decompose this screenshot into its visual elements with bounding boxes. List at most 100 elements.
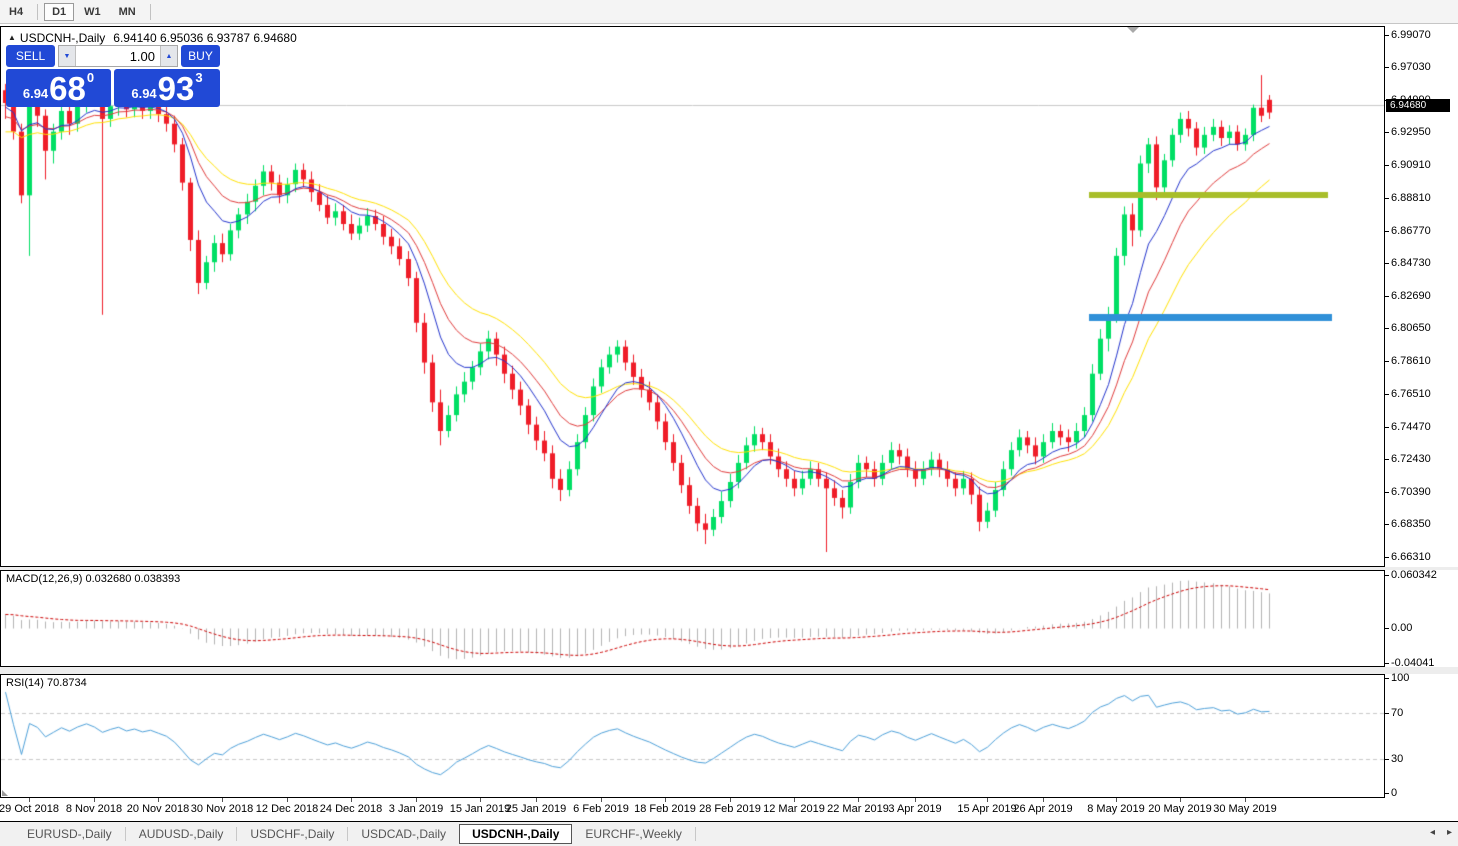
price-axis-label: 6.78610 (1391, 355, 1431, 367)
date-axis-tick (794, 798, 795, 802)
date-axis-label: 3 Jan 2019 (389, 803, 443, 815)
rsi-axis-label: 100 (1391, 672, 1409, 684)
date-axis-tick (601, 798, 602, 802)
macd-label: MACD(12,26,9) 0.032680 0.038393 (6, 573, 180, 585)
rsi-label: RSI(14) 70.8734 (6, 677, 87, 689)
panel-splitter[interactable] (0, 567, 1458, 570)
date-axis-label: 29 Oct 2018 (0, 803, 59, 815)
sell-price-big: 68 (49, 72, 86, 105)
chart-tab-bar: EURUSD-,Daily AUDUSD-,Daily USDCHF-,Dail… (0, 822, 1458, 846)
rsi-chart-canvas[interactable] (1, 675, 1384, 797)
ohlc-values: 6.94140 6.95036 6.93787 6.94680 (113, 31, 297, 45)
date-axis-label: 20 Nov 2018 (127, 803, 189, 815)
sell-price-button[interactable]: 6.94 68 0 (6, 69, 111, 107)
volume-decrease-icon[interactable]: ▼ (59, 46, 76, 66)
price-axis-label: 6.99070 (1391, 29, 1431, 41)
sell-price-base: 6.94 (23, 86, 48, 101)
tab-eurchf-weekly[interactable]: EURCHF-,Weekly (572, 824, 694, 844)
date-axis-tick (287, 798, 288, 802)
date-axis-tick (94, 798, 95, 802)
macd-chart-canvas[interactable] (1, 571, 1384, 666)
price-axis-label: 6.68350 (1391, 518, 1431, 530)
date-axis-label: 26 Apr 2019 (1013, 803, 1072, 815)
price-axis-label: 6.72430 (1391, 453, 1431, 465)
date-axis-label: 8 Nov 2018 (66, 803, 122, 815)
price-axis-label-tick (1385, 492, 1389, 493)
date-axis-tick (1043, 798, 1044, 802)
price-axis-label-tick (1385, 394, 1389, 395)
price-axis-label: 6.82690 (1391, 290, 1431, 302)
price-axis-label: 6.80650 (1391, 322, 1431, 334)
date-axis-label: 24 Dec 2018 (320, 803, 382, 815)
tab-scroll-right-icon[interactable]: ▸ (1447, 827, 1452, 838)
volume-stepper: ▼ ▲ (58, 45, 178, 67)
price-chart-canvas[interactable] (1, 27, 1384, 565)
toolbar-separator (37, 4, 38, 20)
price-axis-label: 6.88810 (1391, 192, 1431, 204)
tab-scroll-arrows: ◂ ▸ (1430, 827, 1452, 838)
tab-usdcnh-daily[interactable]: USDCNH-,Daily (459, 824, 572, 844)
macd-axis-label-tick (1385, 575, 1389, 576)
date-axis-tick (665, 798, 666, 802)
price-axis-label-tick (1385, 35, 1389, 36)
sell-button[interactable]: SELL (6, 45, 55, 67)
date-axis-tick (915, 798, 916, 802)
toolbar-separator (150, 4, 151, 20)
panel-splitter[interactable] (0, 667, 1458, 674)
rsi-axis-label-tick (1385, 793, 1389, 794)
price-axis-label-tick (1385, 459, 1389, 460)
price-axis-label: 6.92950 (1391, 126, 1431, 138)
price-axis-label-tick (1385, 296, 1389, 297)
buy-price-big: 93 (158, 72, 195, 105)
buy-price-sup: 3 (195, 70, 202, 85)
date-axis-label: 15 Apr 2019 (957, 803, 1016, 815)
date-axis-tick (29, 798, 30, 802)
chart-header: ▲USDCNH-,Daily6.94140 6.95036 6.93787 6.… (8, 31, 297, 45)
chart-shift-marker-icon[interactable] (1127, 27, 1139, 33)
macd-axis-label: 0.060342 (1391, 569, 1437, 581)
volume-input[interactable] (76, 46, 160, 66)
rsi-axis-label: 0 (1391, 787, 1397, 799)
date-axis-label: 20 May 2019 (1148, 803, 1212, 815)
macd-axis-label: 0.00 (1391, 622, 1412, 634)
tab-usdcad-daily[interactable]: USDCAD-,Daily (348, 824, 459, 844)
date-axis-tick (1245, 798, 1246, 802)
price-axis-label: 6.70390 (1391, 486, 1431, 498)
current-price-tag: 6.94680 (1386, 99, 1450, 112)
timeframe-toolbar: H4 D1 W1 MN (0, 0, 1458, 24)
collapse-panel-icon[interactable]: ▲ (8, 33, 16, 42)
date-axis-label: 25 Jan 2019 (506, 803, 567, 815)
timeframe-w1-button[interactable]: W1 (76, 3, 109, 21)
date-axis-tick (536, 798, 537, 802)
date-axis-label: 12 Dec 2018 (256, 803, 318, 815)
buy-button[interactable]: BUY (181, 45, 220, 67)
date-axis-label: 30 Nov 2018 (191, 803, 253, 815)
date-axis-label: 28 Feb 2019 (699, 803, 761, 815)
price-axis-label-tick (1385, 198, 1389, 199)
price-axis-label-tick (1385, 427, 1389, 428)
price-axis-label-tick (1385, 67, 1389, 68)
one-click-trading-panel: SELL ▼ ▲ BUY 6.94 68 0 6.94 93 3 (6, 45, 220, 107)
timeframe-d1-button[interactable]: D1 (44, 3, 74, 21)
tab-eurusd-daily[interactable]: EURUSD-,Daily (14, 824, 125, 844)
price-axis-label-tick (1385, 132, 1389, 133)
timeframe-h4-button[interactable]: H4 (1, 3, 31, 21)
date-axis-tick (730, 798, 731, 802)
date-axis-tick (480, 798, 481, 802)
date-axis-tick (222, 798, 223, 802)
price-axis-label-tick (1385, 557, 1389, 558)
tab-usdchf-daily[interactable]: USDCHF-,Daily (237, 824, 347, 844)
date-axis-tick (858, 798, 859, 802)
buy-price-button[interactable]: 6.94 93 3 (114, 69, 220, 107)
tab-scroll-left-icon[interactable]: ◂ (1430, 827, 1435, 838)
volume-increase-icon[interactable]: ▲ (160, 46, 177, 66)
date-axis-label: 12 Mar 2019 (763, 803, 825, 815)
rsi-resize-grip[interactable] (2, 790, 8, 796)
tab-audusd-daily[interactable]: AUDUSD-,Daily (126, 824, 237, 844)
date-axis-label: 22 Mar 2019 (827, 803, 889, 815)
price-axis-label: 6.86770 (1391, 225, 1431, 237)
tab-separator (695, 827, 696, 841)
timeframe-mn-button[interactable]: MN (111, 3, 144, 21)
date-axis-label: 15 Jan 2019 (450, 803, 511, 815)
rsi-axis-label-tick (1385, 678, 1389, 679)
